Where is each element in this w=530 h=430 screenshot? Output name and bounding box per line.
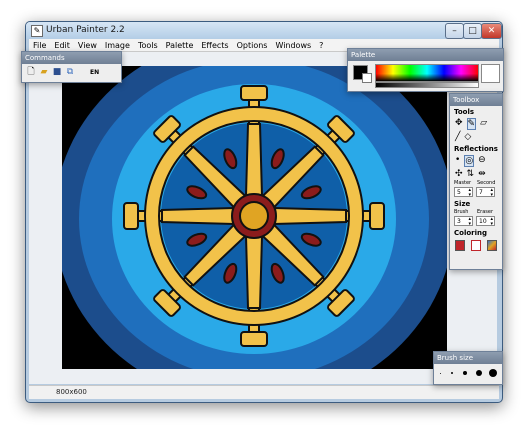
circle-target-icon[interactable]: ◎ xyxy=(464,155,475,167)
brush-size-2[interactable] xyxy=(451,372,453,374)
menu-help[interactable]: ? xyxy=(315,41,327,50)
palette-panel: Palette xyxy=(347,48,504,92)
circle-minus-icon[interactable]: ⊖ xyxy=(478,155,486,167)
eraser-label: Eraser xyxy=(477,209,494,215)
brush-size-5[interactable] xyxy=(489,369,497,377)
move-icon[interactable]: ✥ xyxy=(455,118,463,130)
work-area xyxy=(29,52,497,384)
toolbox-panel: Toolbox Tools ✥ ✎ ▱ ╱ ◇ Reflections • ◎ … xyxy=(449,93,503,270)
menu-palette[interactable]: Palette xyxy=(162,41,198,50)
toolbox-panel-title[interactable]: Toolbox xyxy=(450,94,502,106)
menu-view[interactable]: View xyxy=(74,41,101,50)
menu-file[interactable]: File xyxy=(29,41,50,50)
menu-options[interactable]: Options xyxy=(233,41,272,50)
color-outline-icon[interactable] xyxy=(471,240,481,251)
commands-panel: Commands 🗋 ▰ ■ ⧉ EN xyxy=(21,51,122,83)
menu-effects[interactable]: Effects xyxy=(197,41,232,50)
brush-size-spinner[interactable]: 3 ▴ ▾ xyxy=(454,216,473,227)
menu-tools[interactable]: Tools xyxy=(134,41,162,50)
brush-size-3[interactable] xyxy=(463,371,467,375)
close-button[interactable]: ✕ xyxy=(481,23,502,39)
new-file-icon[interactable]: 🗋 xyxy=(26,67,36,77)
brush-label: Brush xyxy=(454,209,469,215)
vertical-mirror-icon[interactable]: ⇅ xyxy=(467,169,475,179)
copy-icon[interactable]: ⧉ xyxy=(65,67,75,77)
coloring-heading: Coloring xyxy=(454,229,488,237)
wheel xyxy=(123,85,385,347)
pen-icon[interactable]: ✎ xyxy=(466,118,477,130)
secondary-color-swatch[interactable] xyxy=(362,73,372,83)
second-spinner[interactable]: 7 ▴ ▾ xyxy=(476,187,495,198)
hub-gold-center xyxy=(239,201,269,231)
eraser-icon[interactable]: ▱ xyxy=(480,118,487,130)
menu-windows[interactable]: Windows xyxy=(271,41,315,50)
drawing-canvas[interactable] xyxy=(62,66,447,369)
brush-size-panel-title[interactable]: Brush size xyxy=(434,352,502,364)
tools-heading: Tools xyxy=(454,108,475,116)
window-title: Urban Painter 2.2 xyxy=(46,25,125,35)
color-gradient-icon[interactable] xyxy=(487,240,497,251)
eraser-size-spinner[interactable]: 10 ▴ ▾ xyxy=(476,216,495,227)
brush-size-1[interactable] xyxy=(440,373,441,374)
save-icon[interactable]: ■ xyxy=(52,67,62,77)
language-button[interactable]: EN xyxy=(90,69,99,76)
master-spinner[interactable]: 5 ▴ ▾ xyxy=(454,187,473,198)
mandala-artwork xyxy=(62,66,447,369)
horizontal-mirror-icon[interactable]: ⇹ xyxy=(478,169,486,179)
status-bar: 800x600 xyxy=(29,385,499,399)
four-way-icon[interactable]: ✣ xyxy=(455,169,463,179)
brush-size-4[interactable] xyxy=(476,370,482,376)
color-fill-icon[interactable] xyxy=(455,240,465,251)
second-label: Second xyxy=(477,180,496,186)
fill-icon[interactable]: ◇ xyxy=(464,132,471,142)
brush-size-panel: Brush size xyxy=(433,351,503,385)
menu-edit[interactable]: Edit xyxy=(50,41,74,50)
maximize-button[interactable]: □ xyxy=(463,23,482,39)
point-icon[interactable]: • xyxy=(455,155,460,167)
image-size-label: 800x600 xyxy=(56,388,87,396)
commands-panel-title[interactable]: Commands xyxy=(22,52,121,64)
reflections-heading: Reflections xyxy=(454,145,498,153)
size-heading: Size xyxy=(454,200,471,208)
master-label: Master xyxy=(454,180,472,186)
color-preview-swatch[interactable] xyxy=(481,64,500,83)
title-bar[interactable]: ✎ Urban Painter 2.2 – □ ✕ xyxy=(26,22,502,39)
palette-panel-title[interactable]: Palette xyxy=(348,49,503,61)
line-icon[interactable]: ╱ xyxy=(455,132,460,142)
minimize-button[interactable]: – xyxy=(445,23,464,39)
app-icon: ✎ xyxy=(31,25,43,37)
menu-image[interactable]: Image xyxy=(101,41,134,50)
grayscale-bar[interactable] xyxy=(375,82,479,88)
open-folder-icon[interactable]: ▰ xyxy=(39,67,49,77)
color-spectrum[interactable] xyxy=(375,64,479,82)
